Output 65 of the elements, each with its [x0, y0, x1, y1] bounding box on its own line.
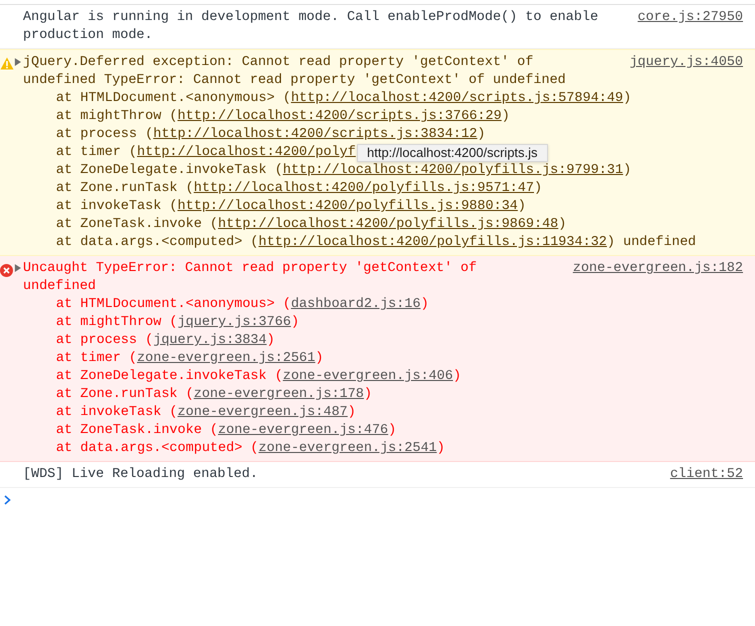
source-link[interactable]: zone-evergreen.js:182: [572, 260, 743, 278]
stack-frame-link[interactable]: jquery.js:3834: [153, 333, 267, 348]
stack-frame-link[interactable]: zone-evergreen.js:178: [194, 387, 364, 402]
prompt-chevron-icon[interactable]: [4, 495, 11, 505]
stack-frame-text: ): [315, 351, 324, 366]
stack-frame-text: at HTMLDocument.<anonymous> (: [56, 91, 291, 106]
stack-frame-text: at ZoneDelegate.invokeTask (: [56, 163, 283, 178]
stack-frame-text: ): [558, 217, 566, 232]
stack-frame-link[interactable]: zone-evergreen.js:476: [218, 423, 388, 438]
stack-frame-text: at ZoneTask.invoke (: [56, 217, 218, 232]
stack-frame-text: ): [452, 369, 462, 384]
stack-frame-text: ): [623, 163, 632, 178]
stack-frame-text: ): [623, 91, 632, 106]
stack-frame-text: ): [502, 109, 510, 124]
stack-frame-text: at Zone.runTask (: [56, 181, 194, 196]
stack-frame-link[interactable]: jquery.js:3766: [178, 315, 291, 330]
source-link[interactable]: jquery.js:4050: [630, 54, 743, 72]
stack-frame-text: at ZoneDelegate.invokeTask (: [56, 369, 283, 384]
stack-frame-text: ): [518, 199, 526, 214]
stack-frame-text: ): [266, 333, 275, 348]
stack-frame-link[interactable]: zone-evergreen.js:2561: [137, 351, 316, 366]
stack-frame-text: at data.args.<computed> (: [56, 235, 259, 250]
expand-triangle-icon[interactable]: [14, 264, 21, 272]
stack-frame-link[interactable]: http://localhost:4200/polyfills.js:9799:31: [282, 163, 624, 178]
message-text: [WDS] Live Reloading enabled.: [23, 467, 258, 482]
expand-triangle-icon[interactable]: [14, 58, 21, 66]
stack-frame-text: at HTMLDocument.<anonymous> (: [56, 297, 291, 312]
message-text: Angular is running in development mode. Call enableProdMode() to enable production mode.: [23, 10, 600, 43]
stack-frame-text: at mightThrow (: [56, 315, 178, 330]
stack-frame-link[interactable]: zone-evergreen.js:487: [178, 405, 348, 420]
tooltip: http://localhost:4200/scripts.js: [357, 144, 548, 162]
stack-frame-link[interactable]: http://localhost:4200/scripts.js:3766:29: [178, 109, 502, 124]
stack-frame-link[interactable]: http://localhost:4200/polyfills.js:9571:47: [194, 181, 534, 196]
stack-frame-text: at ZoneTask.invoke (: [56, 423, 218, 438]
stack-frame-link[interactable]: http://localhost:4200/polyfills.js:11934:32: [258, 235, 607, 250]
source-link[interactable]: client:52: [670, 466, 743, 484]
stack-frame-link[interactable]: http://localhost:4200/polyfills.js:9880:34: [178, 199, 518, 214]
warning-icon: [0, 57, 14, 70]
stack-frame-link[interactable]: http://localhost:4200/scripts.js:57894:49: [290, 91, 624, 106]
stack-frame-text: ): [436, 441, 445, 456]
stack-frame-text: ): [290, 315, 300, 330]
source-link[interactable]: core.js:27950: [638, 9, 743, 27]
stack-frame-text: ): [388, 423, 396, 438]
stack-frame-text: at process (: [56, 333, 154, 348]
stack-frame-text: at invokeTask (: [56, 199, 178, 214]
stack-frame-text: at mightThrow (: [56, 109, 178, 124]
stack-frame-link[interactable]: http://localhost:4200/polyfills.js:9869:48: [218, 217, 558, 232]
stack-frame-text: at invokeTask (: [56, 405, 178, 420]
stack-frame-text: at process (: [56, 127, 154, 142]
stack-frame-text: at timer (: [56, 351, 138, 366]
stack-frame-link[interactable]: http://localhost:4200/scripts.js:3834:12: [153, 127, 478, 142]
stack-frame-link[interactable]: http://localhost:4200/polyf: [137, 145, 356, 160]
stack-frame-text: ) undefined: [606, 235, 696, 250]
stack-frame-link[interactable]: dashboard2.js:16: [290, 297, 421, 312]
stack-frame-text: ): [364, 387, 372, 402]
stack-frame-text: at timer (: [56, 145, 138, 160]
stack-frame-text: at Zone.runTask (: [56, 387, 194, 402]
stack-frame-text: ): [420, 297, 429, 312]
stack-frame-link[interactable]: zone-evergreen.js:2541: [258, 441, 437, 456]
stack-frame-text: at data.args.<computed> (: [56, 441, 259, 456]
error-icon: [0, 264, 13, 277]
stack-frame-text: ): [348, 405, 356, 420]
stack-frame-text: ): [534, 181, 542, 196]
stack-frame-text: ): [477, 127, 486, 142]
stack-frame-link[interactable]: zone-evergreen.js:406: [282, 369, 453, 384]
